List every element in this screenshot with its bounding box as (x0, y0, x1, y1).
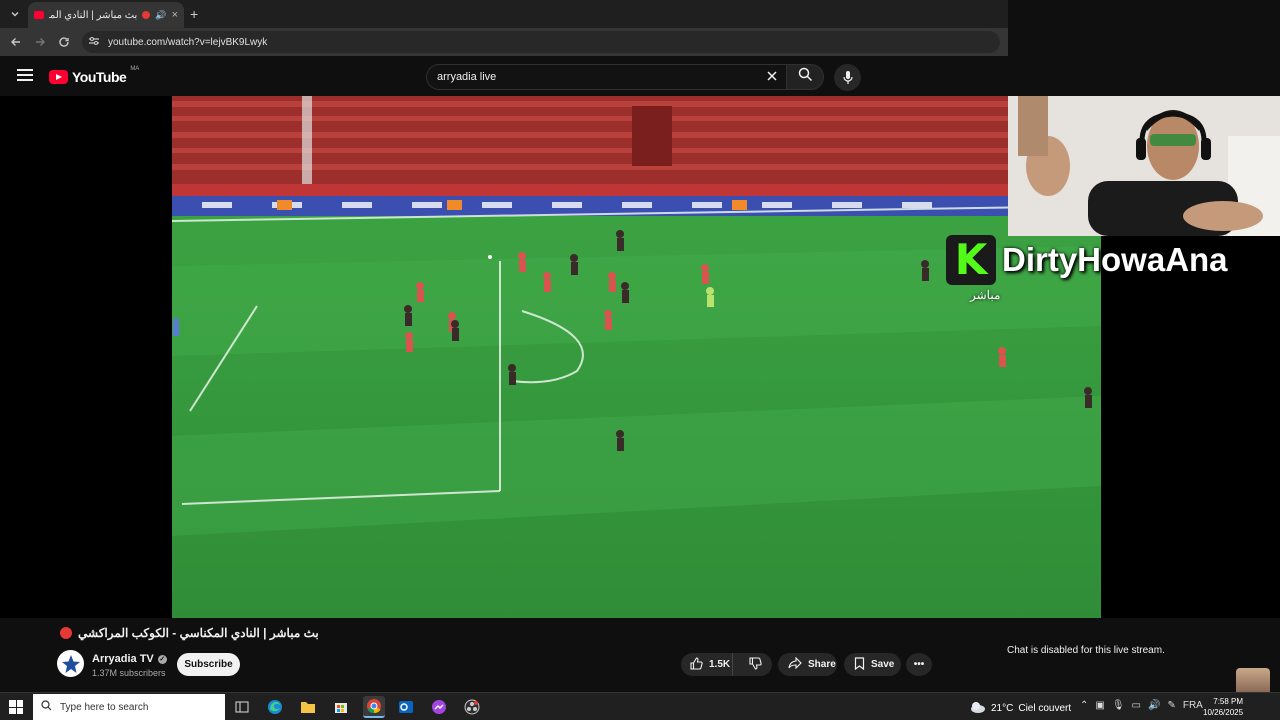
menu-icon[interactable] (17, 69, 33, 81)
messenger-icon[interactable] (430, 698, 448, 716)
verified-icon: ✓ (157, 654, 167, 664)
streamer-name-overlay: DirtyHowaAna (1002, 241, 1228, 278)
windows-taskbar: Type here to search 21°C Ciel couvert ⌃ … (0, 692, 1280, 720)
clock-date: 10/26/2025 (1203, 708, 1244, 717)
country-code: MA (130, 66, 140, 72)
windows-icon[interactable] (9, 700, 23, 714)
like-count: 1.5K (709, 659, 731, 670)
search-icon (41, 700, 52, 714)
kick-logo: K (946, 235, 996, 285)
video-player[interactable]: K DirtyHowaAna مباشر (0, 96, 1280, 618)
taskbar-search-placeholder: Type here to search (60, 701, 149, 713)
new-tab-button[interactable]: + (190, 6, 198, 22)
chat-disabled-notice: Chat is disabled for this live stream. (1007, 645, 1165, 656)
weather-condition: Ciel couvert (1018, 703, 1072, 714)
webcam-overlay (1008, 96, 1280, 236)
football-pitch-image (172, 96, 1101, 618)
outlook-icon[interactable] (397, 698, 415, 716)
channel-name[interactable]: Arryadia TV ✓ (92, 653, 167, 665)
like-button[interactable]: 1.5K (681, 653, 733, 676)
dislike-button[interactable] (739, 653, 772, 676)
save-icon (854, 656, 865, 673)
channel-logo-icon (61, 654, 80, 673)
more-icon[interactable]: ••• (906, 653, 932, 676)
youtube-header: YouTube MA arryadia live (0, 56, 1008, 96)
live-dot-icon (60, 627, 72, 639)
youtube-logo-text: YouTube (72, 69, 127, 85)
youtube-logo[interactable]: YouTube MA (49, 66, 140, 85)
share-icon (788, 656, 802, 672)
temperature: 21°C (991, 703, 1014, 714)
reload-icon[interactable] (56, 34, 72, 50)
site-info-icon[interactable] (88, 36, 100, 49)
save-label: Save (871, 659, 895, 670)
channel-name-text: Arryadia TV (92, 653, 154, 665)
video-info-bar: بث مباشر | النادي المكناسي - الكوكب المر… (0, 618, 1280, 692)
video-frame[interactable] (172, 96, 1101, 618)
store-icon[interactable] (332, 698, 350, 716)
clock[interactable]: 7:58 PM 10/26/2025 (1203, 696, 1243, 718)
channel-avatar[interactable] (57, 650, 84, 677)
video-title-text: بث مباشر | النادي المكناسي - الكوكب المر… (78, 626, 319, 640)
tab-close-icon[interactable]: × (172, 9, 178, 21)
recording-indicator-icon (142, 11, 151, 19)
like-dislike-group: 1.5K (681, 653, 772, 676)
back-icon[interactable] (8, 34, 24, 50)
like-icon (690, 656, 703, 673)
search-button[interactable] (786, 64, 824, 90)
browser-tab[interactable]: بث مباشر | النادي المكناسي 🔊 × (28, 2, 184, 28)
taskbar-search-field[interactable]: Type here to search (33, 694, 225, 720)
url-text: youtube.com/watch?v=lejvBK9Lwyk (108, 36, 268, 48)
address-bar-row: youtube.com/watch?v=lejvBK9Lwyk (0, 28, 1008, 56)
streamer-webcam-image (1008, 96, 1280, 236)
camera-icon[interactable]: ▣ (1095, 700, 1104, 711)
browser-tab-bar: بث مباشر | النادي المكناسي 🔊 × + (0, 0, 1008, 28)
chevron-down-icon[interactable] (6, 5, 24, 23)
subscriber-count: 1.37M subscribers (92, 668, 166, 678)
youtube-play-icon (49, 70, 68, 84)
pen-icon[interactable]: ✎ (1167, 700, 1175, 711)
forward-icon[interactable] (32, 34, 48, 50)
search-icon (798, 67, 813, 87)
subscribe-button[interactable]: Subscribe (177, 653, 240, 676)
obs-icon[interactable] (463, 698, 481, 716)
edge-browser-icon[interactable] (266, 698, 284, 716)
chevron-up-icon[interactable]: ⌃ (1080, 700, 1088, 711)
url-field[interactable]: youtube.com/watch?v=lejvBK9Lwyk (82, 31, 1000, 53)
youtube-favicon-icon (34, 11, 44, 19)
tab-title: بث مباشر | النادي المكناسي (49, 9, 138, 21)
speaker-icon[interactable]: 🔊 (155, 10, 166, 21)
share-label: Share (808, 659, 836, 670)
battery-icon[interactable]: ▭ (1132, 700, 1141, 711)
close-icon[interactable] (766, 69, 778, 85)
mic-icon[interactable] (834, 64, 861, 91)
kick-logo-letter: K (954, 235, 988, 284)
weather-icon (970, 701, 986, 716)
task-view-icon[interactable] (233, 698, 251, 716)
chrome-icon[interactable] (363, 696, 385, 718)
weather-widget[interactable]: 21°C Ciel couvert (970, 701, 1071, 716)
clock-time: 7:58 PM (1213, 697, 1244, 706)
streamer-cam-thumbnail (1236, 668, 1270, 692)
dislike-icon (749, 656, 762, 673)
file-explorer-icon[interactable] (299, 698, 317, 716)
volume-icon[interactable]: 🔊 (1148, 700, 1160, 711)
search-query: arryadia live (437, 71, 497, 83)
live-label-overlay: مباشر (970, 288, 1001, 302)
system-tray: ⌃ ▣ 🎙 ▭ 🔊 ✎ FRA (1080, 700, 1203, 711)
video-title: بث مباشر | النادي المكناسي - الكوكب المر… (60, 626, 319, 640)
search-input[interactable]: arryadia live (426, 64, 786, 90)
share-button[interactable]: Share (778, 653, 837, 676)
save-button[interactable]: Save (844, 653, 901, 676)
language-indicator[interactable]: FRA (1183, 700, 1203, 711)
microphone-icon[interactable]: 🎙 (1112, 700, 1125, 711)
